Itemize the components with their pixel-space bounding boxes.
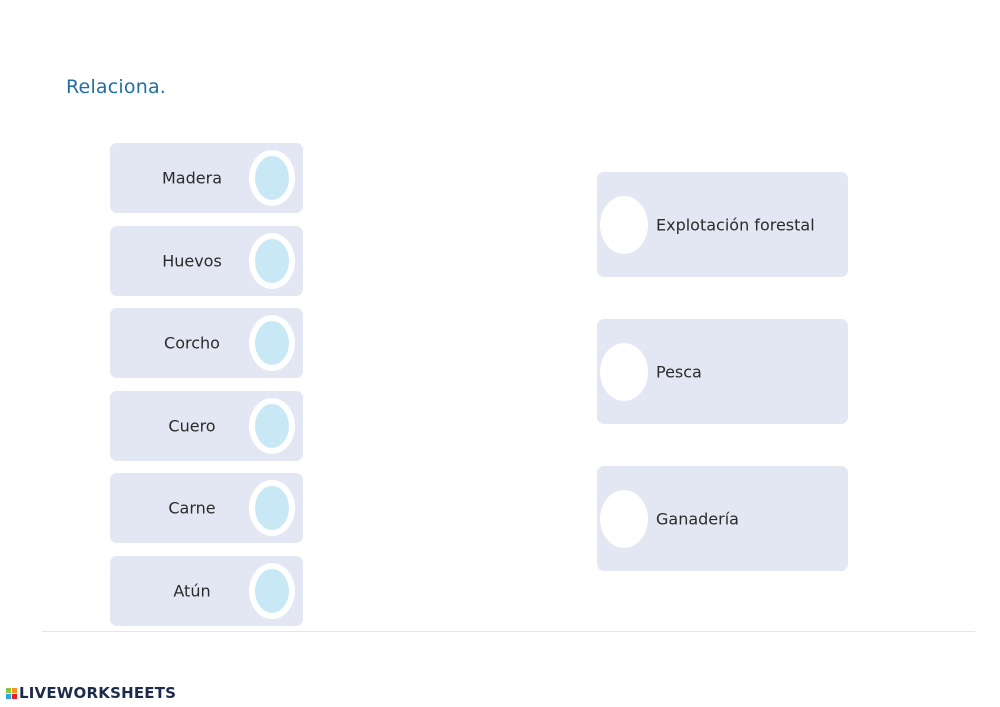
left-item-madera[interactable]: Madera (110, 143, 303, 213)
connector-dot[interactable] (249, 232, 295, 289)
logo-text: LIVEWORKSHEETS (19, 684, 177, 702)
left-item-corcho[interactable]: Corcho (110, 308, 303, 379)
right-item-ganaderia[interactable]: Ganadería (597, 466, 848, 571)
left-item-cuero[interactable]: Cuero (110, 390, 303, 461)
left-item-huevos[interactable]: Huevos (110, 225, 303, 296)
right-item-pesca[interactable]: Pesca (597, 319, 848, 424)
footer-logo[interactable]: LIVEWORKSHEETS (6, 684, 176, 702)
connector-dot[interactable] (600, 489, 648, 548)
connector-dot[interactable] (249, 150, 295, 206)
right-item-label: Pesca (656, 362, 702, 381)
worksheet-page: Relaciona. Madera Huevos Corcho Cuero Ca… (0, 0, 1000, 707)
liveworksheets-logo-icon (6, 687, 17, 699)
right-item-label: Ganadería (656, 509, 739, 528)
connector-dot[interactable] (249, 562, 295, 619)
left-item-atun[interactable]: Atún (110, 555, 303, 626)
connector-dot[interactable] (600, 195, 648, 254)
instruction-heading: Relaciona. (66, 76, 167, 98)
left-item-carne[interactable]: Carne (110, 473, 303, 544)
right-item-explotacion-forestal[interactable]: Explotación forestal (597, 172, 848, 277)
right-item-label: Explotación forestal (656, 215, 815, 234)
connector-dot[interactable] (600, 342, 648, 401)
connector-dot[interactable] (249, 397, 295, 454)
footer-divider (42, 631, 975, 632)
left-column: Madera Huevos Corcho Cuero Carne Atún (110, 143, 303, 639)
connector-dot[interactable] (249, 480, 295, 537)
connector-dot[interactable] (249, 315, 295, 372)
